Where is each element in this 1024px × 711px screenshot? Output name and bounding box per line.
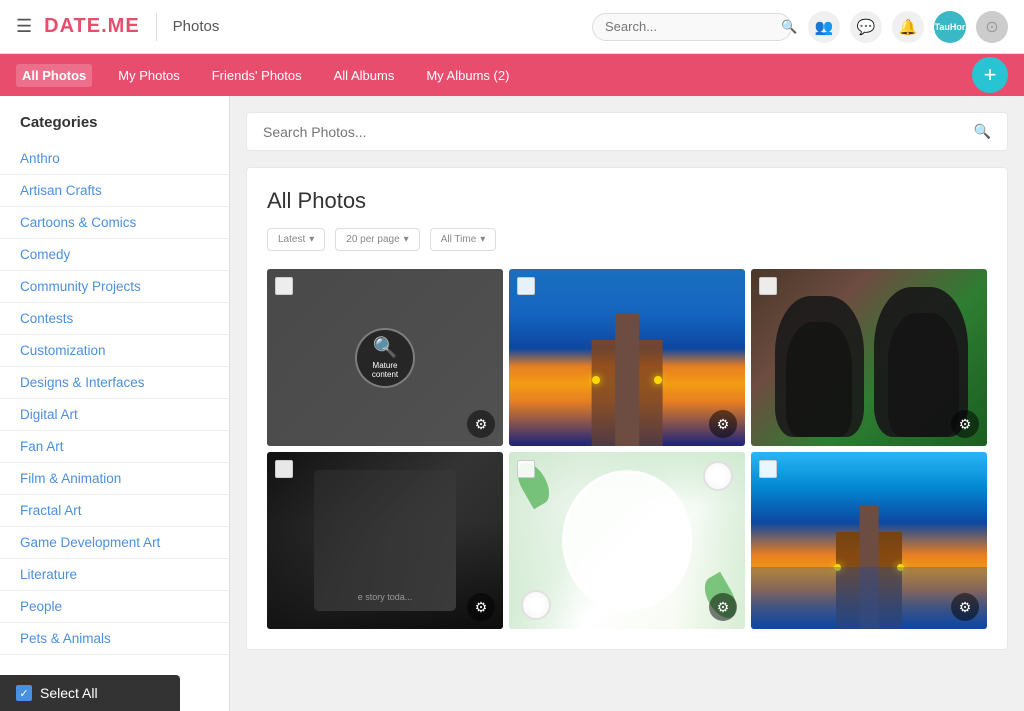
bell-icon-btn[interactable]: 🔔: [892, 11, 924, 43]
search-bar: 🔍: [592, 13, 792, 41]
photo-checkbox-1[interactable]: [275, 277, 293, 295]
sidebar-item-contests[interactable]: Contests: [0, 303, 229, 335]
add-button[interactable]: +: [972, 57, 1008, 93]
header-icons: 👥 💬 🔔 TauHor ⊙: [808, 11, 1008, 43]
search-input[interactable]: [605, 19, 781, 34]
photo-checkbox-6[interactable]: [759, 460, 777, 478]
all-photos-title: All Photos: [267, 188, 987, 214]
sidebar-item-designs-interfaces[interactable]: Designs & Interfaces: [0, 367, 229, 399]
filter-row: Latest ▾ 20 per page ▾ All Time ▾: [267, 228, 987, 251]
mature-text: Maturecontent: [372, 362, 398, 380]
nav-all-albums[interactable]: All Albums: [328, 64, 401, 87]
photo-checkbox-2[interactable]: [517, 277, 535, 295]
sidebar-item-digital-art[interactable]: Digital Art: [0, 399, 229, 431]
avatar-gray[interactable]: ⊙: [976, 11, 1008, 43]
main-layout: Categories Anthro Artisan Crafts Cartoon…: [0, 96, 1024, 711]
sidebar-item-community-projects[interactable]: Community Projects: [0, 271, 229, 303]
filter-time-arrow: ▾: [480, 234, 485, 245]
photo-gear-5[interactable]: ⚙: [709, 593, 737, 621]
filter-time[interactable]: All Time ▾: [430, 228, 497, 251]
photo-item-3[interactable]: ⚙: [751, 269, 987, 446]
filter-per-page-label: 20 per page: [346, 234, 399, 245]
photo-checkbox-4[interactable]: [275, 460, 293, 478]
nav-friends-photos[interactable]: Friends' Photos: [206, 64, 308, 87]
sidebar-item-literature[interactable]: Literature: [0, 559, 229, 591]
photo-checkbox-3[interactable]: [759, 277, 777, 295]
sidebar-item-film-animation[interactable]: Film & Animation: [0, 463, 229, 495]
photo-gear-1[interactable]: ⚙: [467, 410, 495, 438]
filter-latest-label: Latest: [278, 234, 305, 245]
photo-gear-2[interactable]: ⚙: [709, 410, 737, 438]
header: ☰ DATE.ME Photos 🔍 👥 💬 🔔 TauHor ⊙: [0, 0, 1024, 54]
photo-search-input[interactable]: [263, 124, 974, 140]
site-logo: DATE.ME: [44, 15, 140, 38]
search-icon: 🔍: [781, 19, 797, 35]
all-photos-container: All Photos Latest ▾ 20 per page ▾ All Ti…: [246, 167, 1008, 650]
select-all-bar[interactable]: ✓ Select All: [0, 675, 180, 711]
photo-checkbox-5[interactable]: [517, 460, 535, 478]
photo-item-2[interactable]: ⚙: [509, 269, 745, 446]
nav-all-photos[interactable]: All Photos: [16, 64, 92, 87]
photo-item-1[interactable]: 🔍 Maturecontent ⚙: [267, 269, 503, 446]
content-area: 🔍 All Photos Latest ▾ 20 per page ▾ All …: [230, 96, 1024, 711]
photo-item-5[interactable]: ⚙: [509, 452, 745, 629]
filter-per-page[interactable]: 20 per page ▾: [335, 228, 419, 251]
photo-gear-3[interactable]: ⚙: [951, 410, 979, 438]
mature-badge: 🔍 Maturecontent: [355, 328, 415, 388]
sidebar-item-fractal-art[interactable]: Fractal Art: [0, 495, 229, 527]
sidebar-item-artisan-crafts[interactable]: Artisan Crafts: [0, 175, 229, 207]
select-all-label: Select All: [40, 685, 98, 701]
nav-my-albums[interactable]: My Albums (2): [420, 64, 515, 87]
sidebar-item-anthro[interactable]: Anthro: [0, 143, 229, 175]
filter-latest-arrow: ▾: [309, 234, 314, 245]
photo-item-4[interactable]: e story toda... ⚙: [267, 452, 503, 629]
people-icon-btn[interactable]: 👥: [808, 11, 840, 43]
mature-icon: 🔍: [373, 335, 398, 360]
sidebar-item-customization[interactable]: Customization: [0, 335, 229, 367]
avatar[interactable]: TauHor: [934, 11, 966, 43]
sidebar-item-fan-art[interactable]: Fan Art: [0, 431, 229, 463]
nav-bar: All Photos My Photos Friends' Photos All…: [0, 54, 1024, 96]
photo-search-bar: 🔍: [246, 112, 1008, 151]
sidebar-item-people[interactable]: People: [0, 591, 229, 623]
photo-search-icon: 🔍: [974, 123, 991, 140]
photo-grid: 🔍 Maturecontent ⚙ ⚙: [267, 269, 987, 629]
filter-latest[interactable]: Latest ▾: [267, 228, 325, 251]
select-all-checkbox[interactable]: ✓: [16, 685, 32, 701]
nav-my-photos[interactable]: My Photos: [112, 64, 185, 87]
filter-time-label: All Time: [441, 234, 477, 245]
header-divider: [156, 13, 157, 41]
sidebar-item-cartoons-comics[interactable]: Cartoons & Comics: [0, 207, 229, 239]
photo-gear-4[interactable]: ⚙: [467, 593, 495, 621]
sidebar-title: Categories: [0, 96, 229, 143]
sidebar: Categories Anthro Artisan Crafts Cartoon…: [0, 96, 230, 711]
photo-item-6[interactable]: ⚙: [751, 452, 987, 629]
sidebar-item-game-development-art[interactable]: Game Development Art: [0, 527, 229, 559]
filter-per-page-arrow: ▾: [404, 234, 409, 245]
sidebar-item-pets-animals[interactable]: Pets & Animals: [0, 623, 229, 655]
sidebar-item-comedy[interactable]: Comedy: [0, 239, 229, 271]
photos-label: Photos: [173, 18, 220, 35]
hamburger-icon[interactable]: ☰: [16, 16, 32, 37]
chat-icon-btn[interactable]: 💬: [850, 11, 882, 43]
photo-gear-6[interactable]: ⚙: [951, 593, 979, 621]
